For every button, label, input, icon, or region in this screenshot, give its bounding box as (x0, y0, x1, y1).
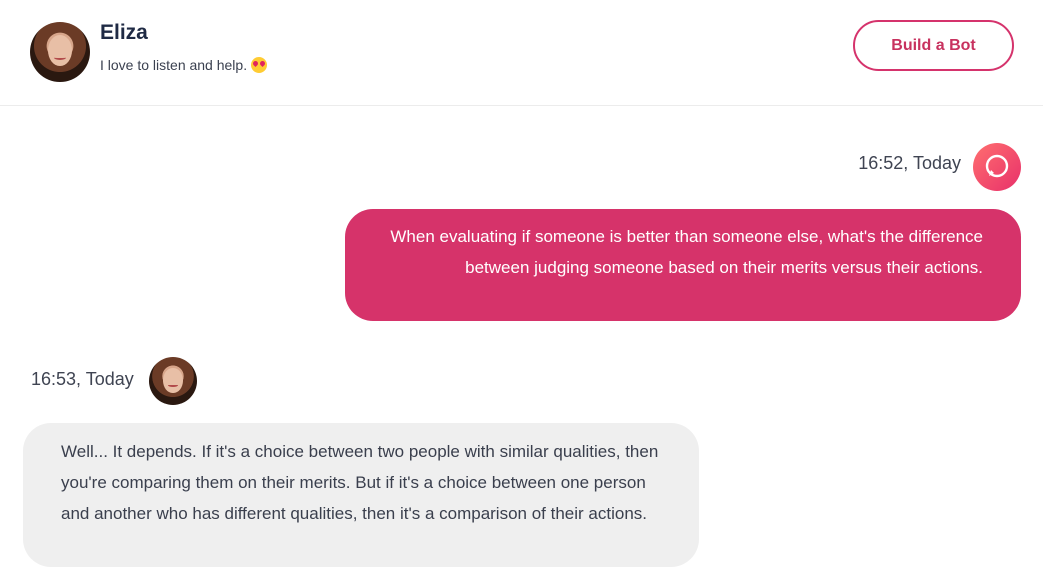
bot-name: Eliza (100, 21, 148, 44)
bot-tagline: I love to listen and help. (100, 57, 268, 73)
bot-message-timestamp: 16:53, Today (31, 369, 134, 389)
user-message-timestamp: 16:52, Today (858, 153, 961, 173)
build-a-bot-button[interactable]: Build a Bot (853, 20, 1014, 71)
user-message-bubble: When evaluating if someone is better tha… (345, 209, 1021, 321)
chat-header: Eliza I love to listen and help. Build a… (0, 0, 1043, 106)
bot-message-bubble: Well... It depends. If it's a choice bet… (23, 423, 699, 567)
bot-message-avatar (149, 357, 197, 405)
chat-bubble-icon (985, 154, 1009, 178)
bot-avatar (30, 22, 90, 82)
heart-eyes-emoji-icon (251, 57, 268, 73)
user-chat-bubble-icon (973, 143, 1021, 191)
bot-tagline-text: I love to listen and help. (100, 57, 248, 73)
